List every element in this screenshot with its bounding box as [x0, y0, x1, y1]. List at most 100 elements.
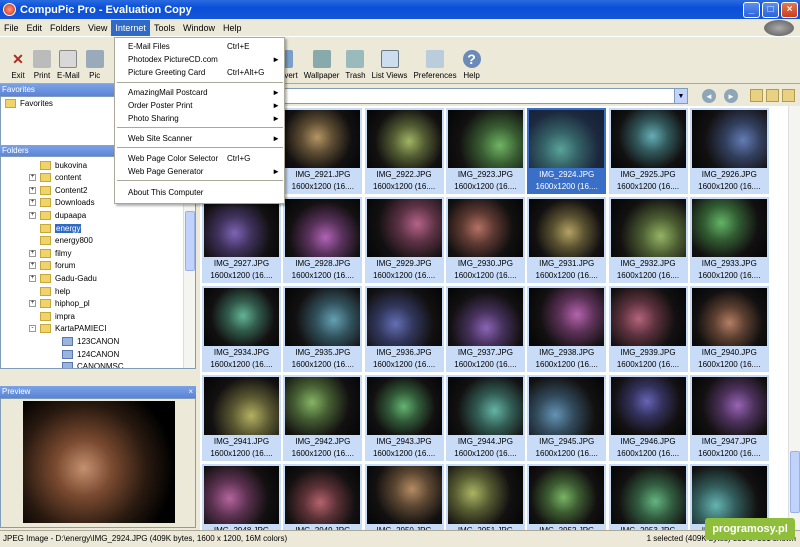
thumbnail[interactable]: IMG_2951.JPG [445, 464, 525, 530]
thumbnail[interactable]: IMG_2924.JPG 1600x1200 (16.... [527, 108, 607, 194]
folder-tree-item[interactable]: 123CANON [51, 335, 119, 347]
chevron-down-icon[interactable]: ▼ [674, 89, 687, 103]
folder-tree-item[interactable]: energy [29, 222, 82, 234]
expander-icon[interactable]: + [29, 211, 36, 219]
menu-window[interactable]: Window [179, 20, 219, 36]
thumbnail[interactable]: IMG_2938.JPG 1600x1200 (16.... [527, 286, 607, 372]
thumbnail[interactable]: IMG_2925.JPG 1600x1200 (16.... [608, 108, 688, 194]
thumbnail[interactable]: IMG_2947.JPG 1600x1200 (16.... [689, 375, 769, 461]
thumbnail[interactable]: IMG_2943.JPG 1600x1200 (16.... [364, 375, 444, 461]
menu-item[interactable]: Photo Sharing ► [115, 113, 285, 125]
menu-item[interactable]: Web Site Scanner ► [115, 133, 285, 145]
menu-help[interactable]: Help [219, 20, 246, 36]
folder-tree-item[interactable]: energy800 [29, 235, 93, 247]
picture-button[interactable]: Pic [83, 50, 107, 83]
thumbnail[interactable]: IMG_2922.JPG 1600x1200 (16.... [364, 108, 444, 194]
folder-tree-item[interactable]: + Downloads [29, 197, 95, 209]
thumbnail[interactable]: IMG_2939.JPG 1600x1200 (16.... [608, 286, 688, 372]
menu-view[interactable]: View [84, 20, 111, 36]
thumbnail[interactable]: IMG_2946.JPG 1600x1200 (16.... [608, 375, 688, 461]
close-button[interactable]: × [781, 1, 798, 18]
thumbnail[interactable]: IMG_2934.JPG 1600x1200 (16.... [202, 286, 281, 372]
thumbnail[interactable]: IMG_2935.JPG 1600x1200 (16.... [283, 286, 363, 372]
folder-tree-item[interactable]: - KartaPAMIECI [29, 323, 106, 335]
preferences-button[interactable]: Preferences [410, 50, 459, 83]
thumbnail[interactable]: IMG_2942.JPG 1600x1200 (16.... [283, 375, 363, 461]
title-bar[interactable]: CompuPic Pro - Evaluation Copy _ □ × [0, 0, 800, 19]
folder-tree-item[interactable]: impra [29, 310, 75, 322]
folder-tree-item[interactable]: + Content2 [29, 184, 87, 196]
close-icon[interactable]: × [188, 386, 193, 398]
thumbnail[interactable]: IMG_2932.JPG 1600x1200 (16.... [608, 197, 688, 283]
thumbnail[interactable]: IMG_2953.JPG [608, 464, 688, 530]
menu-item[interactable]: Web Page Generator ► [115, 166, 285, 178]
thumbnail[interactable]: IMG_2929.JPG 1600x1200 (16.... [364, 197, 444, 283]
thumbnail[interactable]: IMG_2928.JPG 1600x1200 (16.... [283, 197, 363, 283]
email-button[interactable]: E-Mail [54, 50, 83, 83]
folder-tree-item[interactable]: + content [29, 172, 81, 184]
menu-item[interactable]: Picture Greeting Card Ctrl+Alt+G [115, 67, 285, 79]
menu-item[interactable]: Photodex PictureCD.com ► [115, 54, 285, 66]
expander-icon[interactable]: - [29, 325, 36, 333]
expander-icon[interactable]: + [29, 186, 36, 194]
thumbnail[interactable]: IMG_2949.JPG [283, 464, 363, 530]
folder-tree-item[interactable]: + filmy [29, 247, 71, 259]
folder-tree-item[interactable]: help [29, 285, 70, 297]
thumbnail[interactable]: IMG_2931.JPG 1600x1200 (16.... [527, 197, 607, 283]
menu-item[interactable]: E-Mail Files Ctrl+E [115, 41, 285, 53]
thumbnail[interactable]: IMG_2950.JPG [364, 464, 444, 530]
help-button[interactable]: ? Help [460, 50, 484, 83]
grid-scroll-thumb[interactable] [790, 451, 800, 513]
thumbnail[interactable]: IMG_2933.JPG 1600x1200 (16.... [689, 197, 769, 283]
folder-tree-item[interactable]: + hiphop_pl [29, 298, 90, 310]
thumbnail[interactable]: IMG_2930.JPG 1600x1200 (16.... [445, 197, 525, 283]
favorites-item[interactable]: Favorites [5, 99, 53, 108]
minimize-button[interactable]: _ [743, 1, 760, 18]
menu-folders[interactable]: Folders [46, 20, 84, 36]
grid-scrollbar[interactable] [788, 106, 800, 530]
menu-item[interactable]: Web Page Color Selector Ctrl+G [115, 153, 285, 165]
thumbnail[interactable]: IMG_2940.JPG 1600x1200 (16.... [689, 286, 769, 372]
tree-scroll-thumb[interactable] [185, 211, 195, 271]
menu-item[interactable]: AmazingMail Postcard ► [115, 87, 285, 99]
expander-icon[interactable]: + [29, 174, 36, 182]
thumbnail[interactable]: IMG_2923.JPG 1600x1200 (16.... [445, 108, 525, 194]
trash-button[interactable]: Trash [342, 50, 368, 83]
expander-icon[interactable]: + [29, 300, 36, 308]
folder-tree-item[interactable]: + forum [29, 260, 75, 272]
folder-up-icon[interactable] [750, 89, 763, 102]
menu-tools[interactable]: Tools [150, 20, 179, 36]
folder-tree-item[interactable]: 124CANON [51, 348, 119, 360]
wallpaper-button[interactable]: Wallpaper [301, 50, 343, 83]
menu-item[interactable]: About This Computer [115, 187, 285, 199]
expander-icon[interactable]: + [29, 274, 36, 282]
menu-item[interactable]: Order Poster Print ► [115, 100, 285, 112]
menu-file[interactable]: File [0, 20, 23, 36]
folder-tree-item[interactable]: CANONMSC [51, 361, 124, 368]
thumbnail[interactable]: IMG_2945.JPG 1600x1200 (16.... [527, 375, 607, 461]
thumbnail[interactable]: IMG_2927.JPG 1600x1200 (16.... [202, 197, 281, 283]
folder-tree-item[interactable]: bukovina [29, 159, 87, 171]
menu-edit[interactable]: Edit [23, 20, 47, 36]
folder-view-icon[interactable] [782, 89, 795, 102]
thumbnail[interactable]: IMG_2944.JPG 1600x1200 (16.... [445, 375, 525, 461]
exit-button[interactable]: ✕ Exit [6, 50, 30, 83]
path-combo[interactable]: ▼ [284, 88, 688, 104]
thumbnail[interactable]: IMG_2948.JPG [202, 464, 281, 530]
print-button[interactable]: Print [30, 50, 54, 83]
back-icon[interactable]: ◄ [702, 89, 716, 103]
list-views-button[interactable]: List Views [369, 50, 411, 83]
expander-icon[interactable]: + [29, 199, 36, 207]
thumbnail[interactable]: IMG_2936.JPG 1600x1200 (16.... [364, 286, 444, 372]
thumbnail[interactable]: IMG_2921.JPG 1600x1200 (16.... [283, 108, 363, 194]
thumbnail[interactable]: IMG_2937.JPG 1600x1200 (16.... [445, 286, 525, 372]
thumbnail[interactable]: IMG_2941.JPG 1600x1200 (16.... [202, 375, 281, 461]
new-folder-icon[interactable] [766, 89, 779, 102]
thumbnail[interactable]: IMG_2952.JPG [527, 464, 607, 530]
folder-tree-item[interactable]: + Gadu-Gadu [29, 272, 97, 284]
forward-icon[interactable]: ► [724, 89, 738, 103]
menu-internet[interactable]: Internet [111, 19, 150, 36]
folder-tree-item[interactable]: + dupaapa [29, 209, 86, 221]
thumbnail[interactable]: IMG_2926.JPG 1600x1200 (16.... [689, 108, 769, 194]
expander-icon[interactable]: + [29, 249, 36, 257]
